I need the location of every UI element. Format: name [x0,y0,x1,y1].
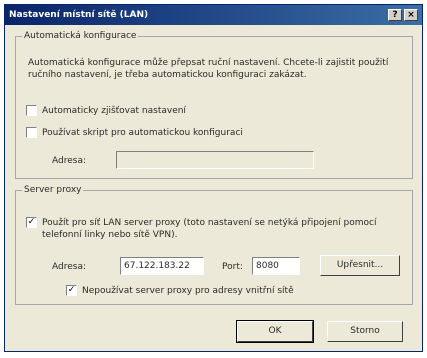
auto-config-legend: Automatická konfigurace [24,31,137,41]
auto-detect-checkbox[interactable] [26,105,37,116]
use-script-label: Používat skript pro automatickou konfigu… [42,127,243,138]
window-title: Nastavení místní sítě (LAN) [9,10,149,20]
use-proxy-option[interactable]: ✓ Použít pro síť LAN server proxy (toto … [26,217,387,241]
use-proxy-checkbox[interactable]: ✓ [26,217,37,228]
proxy-port-label: Port: [222,262,243,272]
use-script-option[interactable]: Používat skript pro automatickou konfigu… [26,127,243,138]
proxy-address-label: Adresa: [52,262,86,272]
proxy-port-input[interactable]: 8080 [252,257,300,275]
lan-settings-dialog: Nastavení místní sítě (LAN) ? × Automati… [4,4,423,352]
cancel-button[interactable]: Storno [327,321,403,342]
bypass-local-option[interactable]: ✓ Nepoužívat server proxy pro adresy vni… [66,285,294,296]
help-button[interactable]: ? [388,9,402,21]
proxy-address-input[interactable]: 67.122.183.22 [120,257,204,275]
auto-detect-label: Automaticky zjišťovat nastavení [42,105,186,116]
bypass-local-label: Nepoužívat server proxy pro adresy vnitř… [82,285,294,296]
script-address-label: Adresa: [52,156,86,166]
auto-config-description: Automatická konfigurace může přepsat ruč… [28,58,389,80]
auto-detect-option[interactable]: Automaticky zjišťovat nastavení [26,105,186,116]
use-script-checkbox[interactable] [26,127,37,138]
advanced-button[interactable]: Upřesnit... [320,255,400,276]
script-address-input[interactable] [116,151,314,169]
title-bar[interactable]: Nastavení místní sítě (LAN) ? × [5,5,422,25]
use-proxy-label: Použít pro síť LAN server proxy (toto na… [42,218,377,240]
close-button[interactable]: × [404,9,418,21]
ok-button[interactable]: OK [236,320,314,343]
auto-config-group: Automatická konfigurace Automatická konf… [15,31,413,179]
proxy-legend: Server proxy [24,185,82,195]
bypass-local-checkbox[interactable]: ✓ [66,285,77,296]
proxy-group: Server proxy ✓ Použít pro síť LAN server… [15,185,413,305]
